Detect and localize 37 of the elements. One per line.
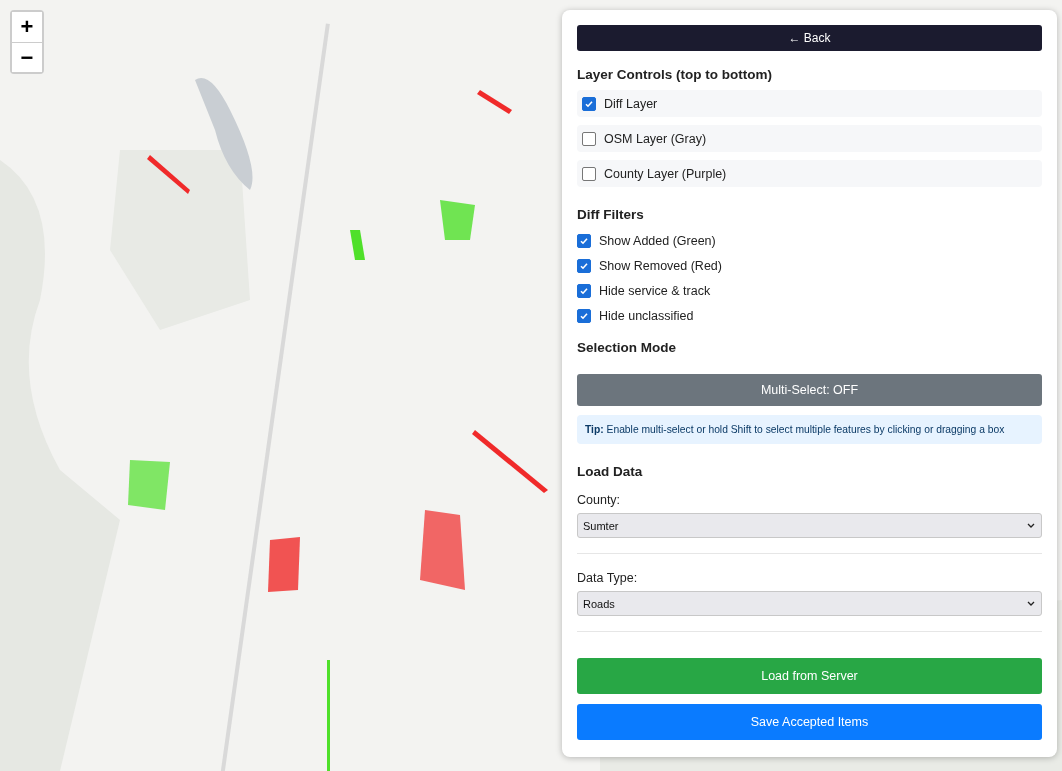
checkbox[interactable] xyxy=(577,283,591,298)
check-icon xyxy=(579,260,589,271)
check-icon xyxy=(579,310,589,321)
back-button[interactable]: ← Back xyxy=(577,25,1042,51)
section-title: Layer Controls (top to bottom) xyxy=(577,67,773,82)
chevron-down-icon xyxy=(1027,600,1035,607)
layer-label: Diff Layer xyxy=(604,96,658,111)
save-button[interactable]: Save Accepted Items xyxy=(577,704,1042,740)
field-label: Data Type: xyxy=(577,571,639,585)
field-label: County: xyxy=(577,493,622,507)
check-icon xyxy=(584,98,594,109)
section-title: Load Data xyxy=(577,464,644,479)
checkbox[interactable] xyxy=(582,131,596,146)
layer-label: County Layer (Purple) xyxy=(604,166,727,181)
filter-label: Hide unclassified xyxy=(599,308,694,323)
filter-label: Show Removed (Red) xyxy=(599,258,722,273)
checkbox[interactable] xyxy=(582,96,596,111)
checkbox[interactable] xyxy=(582,166,596,181)
filter-label: Hide service & track xyxy=(599,283,711,298)
tip-text: Tip: Enable multi-select or hold Shift to select multiple features by clicking or dragging a box xyxy=(577,415,1042,444)
check-icon xyxy=(579,235,589,246)
check-icon xyxy=(579,285,589,296)
layer-row[interactable]: County Layer (Purple) xyxy=(577,160,1042,187)
checkbox[interactable] xyxy=(577,308,591,323)
zoom-out-button[interactable]: − xyxy=(12,42,42,72)
layer-row[interactable]: OSM Layer (Gray) xyxy=(577,125,1042,152)
checkbox[interactable] xyxy=(577,258,591,273)
chevron-down-icon xyxy=(1027,522,1035,529)
multi-select-button[interactable]: Multi-Select: OFF xyxy=(577,374,1042,406)
filter-label: Show Added (Green) xyxy=(599,233,716,248)
layer-label: OSM Layer (Gray) xyxy=(604,131,707,146)
checkbox[interactable] xyxy=(577,233,591,248)
layer-row[interactable]: Diff Layer xyxy=(577,90,1042,117)
data-type-select[interactable]: Roads xyxy=(577,591,1042,616)
county-select[interactable]: Sumter xyxy=(577,513,1042,538)
section-title: Selection Mode xyxy=(577,340,677,355)
section-title: Diff Filters xyxy=(577,207,645,222)
